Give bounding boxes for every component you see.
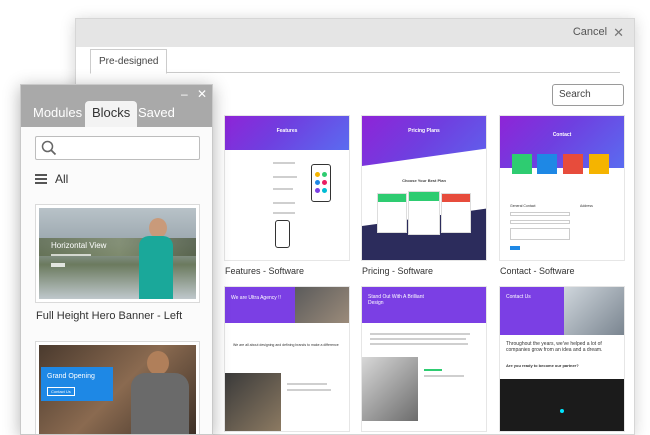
- minimize-icon[interactable]: –: [181, 87, 188, 101]
- layout-card-brilliant[interactable]: Stand Out With A Brilliant Design: [362, 287, 486, 431]
- modal-tab-strip: Pre-designed: [90, 47, 620, 74]
- phone-mockup-small: [275, 220, 290, 248]
- block-thumbnail-grand-opening[interactable]: Grand Opening Contact Us: [36, 342, 199, 434]
- card-label-pricing: Pricing - Software: [362, 266, 434, 276]
- close-icon[interactable]: ✕: [197, 87, 207, 101]
- person-body: [139, 236, 173, 299]
- card-header-text: Features: [276, 128, 298, 134]
- panel-header: Modules Blocks Saved – ✕: [21, 85, 212, 127]
- tab-saved[interactable]: Saved: [138, 101, 175, 127]
- modules-panel: Modules Blocks Saved – ✕ All Horizontal …: [20, 84, 213, 435]
- search-icon: [41, 140, 57, 156]
- cancel-label: Cancel: [572, 26, 608, 38]
- category-filter-label: All: [55, 172, 69, 186]
- card-header-text: Pricing Plans: [408, 128, 440, 134]
- hamburger-icon: [35, 172, 47, 186]
- layout-card-agency[interactable]: We are Ultra Agency !! We are all about …: [225, 287, 349, 431]
- blocks-search-input[interactable]: [35, 136, 200, 160]
- close-icon[interactable]: ✕: [613, 26, 624, 39]
- card-label-contact: Contact - Software: [500, 266, 575, 276]
- layout-card-pricing[interactable]: Pricing Plans Choose Your Best Plan: [362, 116, 486, 260]
- tab-pre-designed[interactable]: Pre-designed: [90, 49, 168, 74]
- layout-search-input[interactable]: Search: [552, 84, 624, 106]
- map-dark: [500, 379, 624, 431]
- modal-title-bar: Cancel ✕: [76, 19, 634, 47]
- block-label-hero-banner: Full Height Hero Banner - Left: [36, 310, 183, 322]
- tab-blocks[interactable]: Blocks: [85, 101, 138, 127]
- layout-card-features[interactable]: Features: [225, 116, 349, 260]
- cancel-button[interactable]: Cancel ✕: [572, 26, 624, 39]
- tab-modules[interactable]: Modules: [33, 101, 82, 127]
- block-thumbnail-hero-banner[interactable]: Horizontal View: [36, 205, 199, 302]
- category-filter[interactable]: All: [35, 172, 68, 186]
- card-label-features: Features - Software: [225, 266, 305, 276]
- person-head: [149, 218, 167, 238]
- phone-mockup: [311, 164, 331, 202]
- card-header-text: Contact: [552, 132, 572, 138]
- layout-card-contact[interactable]: Contact General Contact Address: [500, 116, 624, 260]
- layout-card-contact-us[interactable]: Contact Us Throughout the years, we've h…: [500, 287, 624, 431]
